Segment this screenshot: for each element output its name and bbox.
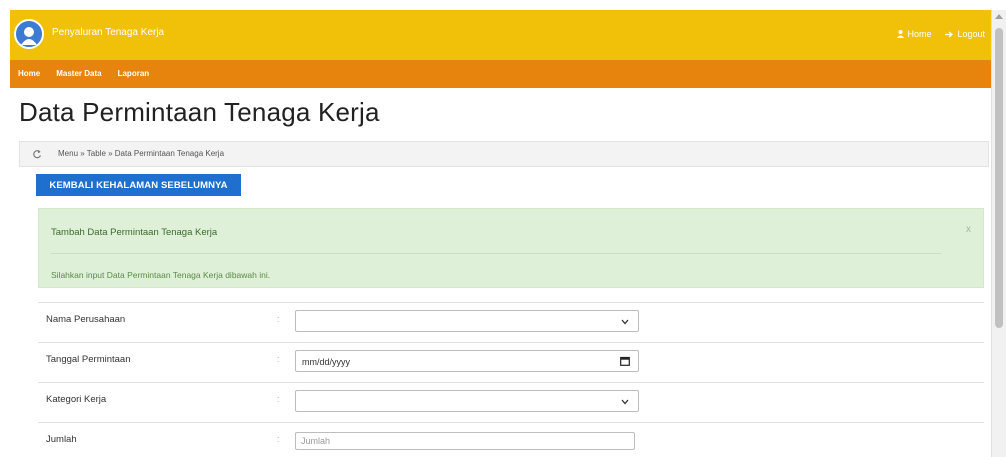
page-title: Data Permintaan Tenaga Kerja — [19, 97, 380, 127]
logout-link[interactable]: Logout — [945, 29, 985, 39]
top-right-links: Home Logout — [897, 29, 985, 39]
kategori-kerja-select[interactable] — [295, 390, 639, 412]
home-link[interactable]: Home — [897, 29, 931, 39]
field-label: Jumlah — [46, 434, 77, 445]
main-nav: Home Master Data Laporan — [10, 60, 991, 88]
home-link-label: Home — [907, 29, 932, 39]
user-icon — [897, 30, 905, 38]
form-row-jumlah: Jumlah : — [38, 422, 984, 457]
app-viewport: Penyaluran Tenaga Kerja Home Logout Home… — [10, 10, 991, 457]
field-colon: : — [277, 314, 280, 324]
tanggal-permintaan-date-input[interactable]: mm/dd/yyyy — [295, 350, 639, 372]
form-row-nama-perusahaan: Nama Perusahaan : — [38, 302, 984, 342]
chevron-down-icon — [621, 319, 629, 325]
top-header: Penyaluran Tenaga Kerja Home Logout — [10, 10, 991, 60]
chevron-down-icon — [621, 399, 629, 405]
logout-icon — [945, 31, 954, 37]
scrollbar-thumb[interactable] — [995, 28, 1003, 328]
alert-title: Tambah Data Permintaan Tenaga Kerja — [51, 227, 218, 238]
scroll-up-arrow[interactable] — [995, 14, 1003, 19]
alert-divider — [51, 253, 941, 254]
info-alert: Tambah Data Permintaan Tenaga Kerja x Si… — [38, 208, 984, 288]
alert-message: Silahkan input Data Permintaan Tenaga Ke… — [51, 270, 271, 280]
jumlah-input[interactable] — [295, 432, 635, 450]
form-row-tanggal-permintaan: Tanggal Permintaan : mm/dd/yyyy — [38, 342, 984, 382]
field-colon: : — [277, 394, 280, 404]
app-title[interactable]: Penyaluran Tenaga Kerja — [52, 27, 164, 38]
field-colon: : — [277, 434, 280, 444]
refresh-icon[interactable] — [32, 149, 42, 159]
breadcrumb: Menu » Table » Data Permintaan Tenaga Ke… — [19, 141, 989, 167]
close-icon[interactable]: x — [966, 224, 971, 235]
page-scrollbar[interactable] — [991, 10, 1006, 457]
field-label: Tanggal Permintaan — [46, 354, 131, 365]
logout-link-label: Logout — [957, 29, 985, 39]
nama-perusahaan-select[interactable] — [295, 310, 639, 332]
form-row-kategori-kerja: Kategori Kerja : — [38, 382, 984, 422]
logo-icon — [14, 19, 44, 49]
breadcrumb-text: Menu » Table » Data Permintaan Tenaga Ke… — [58, 149, 225, 158]
calendar-icon[interactable] — [620, 356, 630, 366]
nav-item-laporan[interactable]: Laporan — [118, 69, 150, 78]
back-button[interactable]: KEMBALI KEHALAMAN SEBELUMNYA — [36, 174, 241, 196]
date-value: mm/dd/yyyy — [302, 357, 351, 367]
field-label: Nama Perusahaan — [46, 314, 126, 325]
nav-item-master-data[interactable]: Master Data — [56, 69, 101, 78]
window-border-left — [0, 0, 10, 457]
field-colon: : — [277, 354, 280, 364]
window-border-top — [0, 0, 1006, 10]
nav-item-home[interactable]: Home — [18, 69, 40, 78]
field-label: Kategori Kerja — [46, 394, 107, 405]
